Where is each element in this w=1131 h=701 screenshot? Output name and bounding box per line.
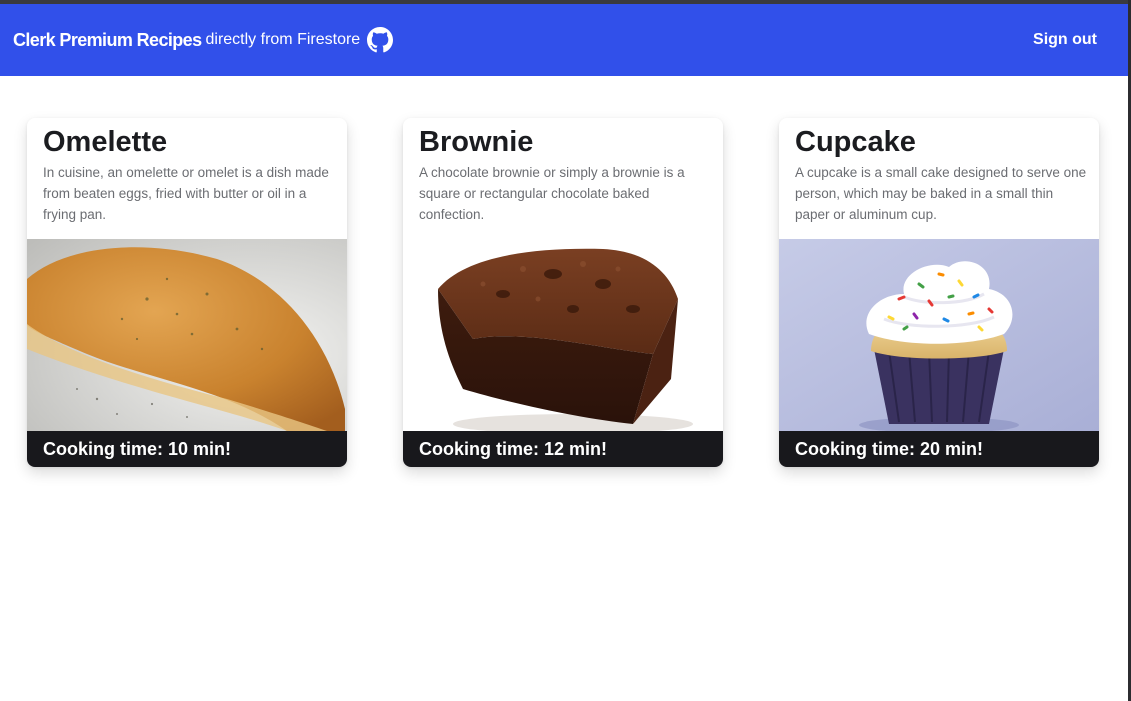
brand: Clerk Premium Recipes directly from Fire… [13,4,394,76]
recipe-card[interactable]: Brownie A chocolate brownie or simply a … [403,118,723,467]
recipe-description: In cuisine, an omelette or omelet is a d… [43,165,329,222]
recipe-title: Omelette [43,126,168,158]
github-icon[interactable] [367,27,394,53]
cooking-time: Cooking time: 12 min! [403,431,723,467]
recipe-description: A cupcake is a small cake designed to se… [795,165,1087,222]
cupcake-image [779,239,1099,431]
recipe-title: Brownie [419,126,534,158]
omelette-image [27,239,347,431]
cooking-time: Cooking time: 20 min! [779,431,1099,467]
app-title[interactable]: Clerk Premium Recipes [13,30,202,51]
recipe-card[interactable]: Omelette In cuisine, an omelette or omel… [27,118,347,467]
recipe-description: A chocolate brownie or simply a brownie … [419,165,685,222]
navbar: Clerk Premium Recipes directly from Fire… [0,4,1128,76]
brownie-image [403,239,723,431]
recipe-title: Cupcake [795,126,916,158]
sign-out-button[interactable]: Sign out [1033,4,1097,76]
cooking-time: Cooking time: 10 min! [27,431,347,467]
recipe-card[interactable]: Cupcake A cupcake is a small cake design… [779,118,1099,467]
app-subtitle: directly from Firestore [205,31,361,48]
